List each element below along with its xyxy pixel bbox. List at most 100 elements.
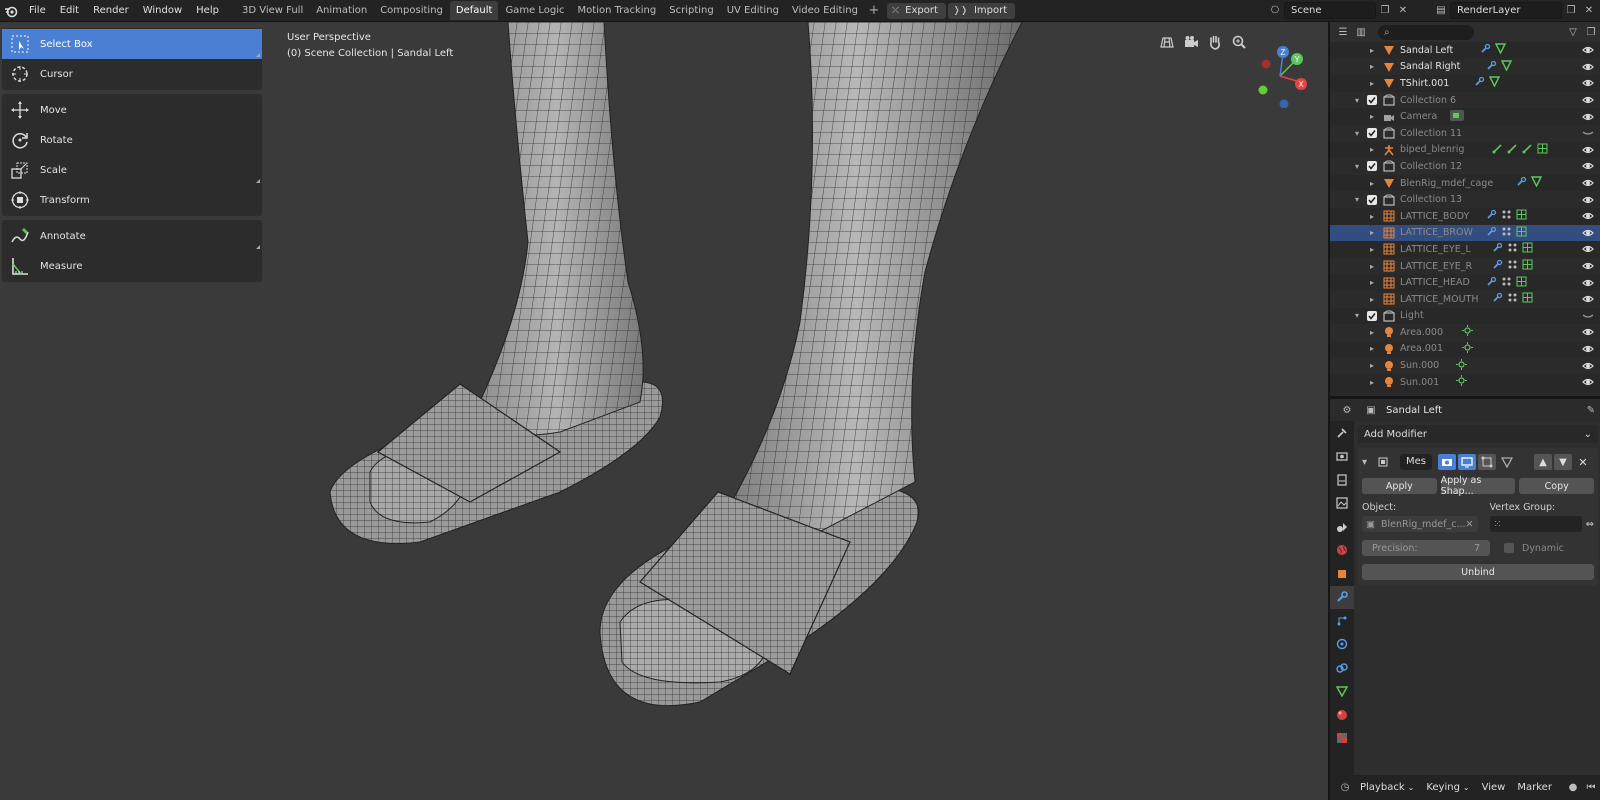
menu-marker[interactable]: Marker xyxy=(1511,782,1558,793)
blender-logo-icon[interactable] xyxy=(0,0,22,22)
new-scene-icon[interactable]: ❐ xyxy=(1376,2,1394,19)
outliner-object-row[interactable]: ▸ Sun.001 xyxy=(1330,374,1600,391)
expand-arrow-icon[interactable]: ▸ xyxy=(1367,112,1377,121)
viewport-toggle-icon[interactable] xyxy=(1458,454,1476,470)
outliner-object-row[interactable]: ▸ LATTICE_MOUTH xyxy=(1330,290,1600,308)
tab-modifiers-icon[interactable] xyxy=(1330,585,1354,609)
outliner-object-row[interactable]: ▸ biped_blenrig xyxy=(1330,142,1600,159)
outliner-object-row[interactable]: ▸ Area.001 xyxy=(1330,341,1600,358)
tri-icon[interactable] xyxy=(1530,176,1543,190)
outliner-object-row[interactable]: ▸ BlenRig_mdef_cage xyxy=(1330,175,1600,192)
collapse-arrow-icon[interactable]: ▾ xyxy=(1352,129,1362,138)
dots-icon[interactable] xyxy=(1501,226,1512,240)
menu-window[interactable]: Window xyxy=(136,0,189,22)
expand-arrow-icon[interactable]: ▸ xyxy=(1367,212,1377,221)
visibility-eye-icon[interactable] xyxy=(1582,127,1594,139)
precision-field[interactable]: Precision: 7 xyxy=(1362,540,1490,556)
invert-arrows-icon[interactable]: ⇔ xyxy=(1586,519,1594,530)
wrench-icon[interactable] xyxy=(1492,259,1503,273)
scene-icon[interactable]: ⎔ xyxy=(1266,2,1284,19)
tab-view-layer-icon[interactable] xyxy=(1330,492,1354,516)
wrench-icon[interactable] xyxy=(1516,176,1527,190)
unbind-button[interactable]: Unbind xyxy=(1362,564,1594,580)
lat-icon[interactable] xyxy=(1516,226,1527,240)
lamp-icon[interactable] xyxy=(1462,341,1473,356)
expand-arrow-icon[interactable]: ▸ xyxy=(1367,179,1377,188)
new-view-layer-icon[interactable]: ❐ xyxy=(1562,2,1580,19)
add-modifier-dropdown[interactable]: Add Modifier ⌄ xyxy=(1358,425,1598,443)
editor-type-icon[interactable]: ☰ xyxy=(1334,24,1352,41)
visibility-eye-icon[interactable] xyxy=(1582,260,1594,272)
menu-help[interactable]: Help xyxy=(189,0,226,22)
outliner-object-row[interactable]: ▸ Area.000 xyxy=(1330,324,1600,341)
menu-playback[interactable]: Playback ⌄ xyxy=(1354,782,1420,793)
visibility-eye-icon[interactable] xyxy=(1582,343,1594,355)
tool-select-box[interactable]: Select Box xyxy=(2,29,262,59)
outliner-collection-row[interactable]: ▾ Collection 11 xyxy=(1330,124,1600,142)
dots-icon[interactable] xyxy=(1507,259,1518,273)
visibility-eye-icon[interactable] xyxy=(1582,160,1594,172)
visibility-eye-icon[interactable] xyxy=(1582,243,1594,255)
visibility-eye-icon[interactable] xyxy=(1582,376,1594,388)
tab-tool-icon[interactable] xyxy=(1330,421,1354,445)
visibility-eye-icon[interactable] xyxy=(1582,326,1594,338)
outliner-object-row[interactable]: ▸ Camera xyxy=(1330,108,1600,125)
edit-mode-toggle-icon[interactable] xyxy=(1478,454,1496,470)
menu-edit[interactable]: Edit xyxy=(53,0,86,22)
tab-uv-editing[interactable]: UV Editing xyxy=(721,1,785,20)
import-button[interactable]: ❭❭ Import xyxy=(947,2,1016,19)
lamp-icon[interactable] xyxy=(1456,358,1467,373)
camera-view-icon[interactable] xyxy=(1179,32,1203,52)
lat-icon[interactable] xyxy=(1522,242,1533,256)
tool-annotate[interactable]: Annotate xyxy=(2,221,262,251)
tab-mesh-data-icon[interactable] xyxy=(1330,680,1354,704)
dots-icon[interactable] xyxy=(1501,209,1512,223)
expand-arrow-icon[interactable]: ▸ xyxy=(1367,145,1377,154)
move-up-icon[interactable]: ▲ xyxy=(1534,454,1552,470)
wrench-icon[interactable] xyxy=(1486,209,1497,223)
menu-render[interactable]: Render xyxy=(86,0,136,22)
menu-keying[interactable]: Keying ⌄ xyxy=(1420,782,1475,793)
outliner-object-row[interactable]: ▸ LATTICE_BODY xyxy=(1330,208,1600,225)
tab-material-icon[interactable] xyxy=(1330,703,1354,727)
visibility-eye-icon[interactable] xyxy=(1582,210,1594,222)
dots-icon[interactable] xyxy=(1507,292,1518,306)
collection-checkbox[interactable] xyxy=(1367,128,1377,139)
tab-animation[interactable]: Animation xyxy=(310,1,373,20)
visibility-eye-icon[interactable] xyxy=(1582,44,1594,56)
apply-as-shape-button[interactable]: Apply as Shap... xyxy=(1440,475,1516,497)
collection-checkbox[interactable] xyxy=(1367,310,1377,321)
add-workspace-icon[interactable]: + xyxy=(865,3,883,18)
record-icon[interactable]: ● xyxy=(1564,779,1582,796)
expand-arrow-icon[interactable]: ▸ xyxy=(1367,295,1377,304)
filter-icon[interactable]: ▽ xyxy=(1564,24,1582,41)
tri-icon[interactable] xyxy=(1494,43,1507,57)
visibility-eye-icon[interactable] xyxy=(1582,94,1594,106)
dots-icon[interactable] xyxy=(1501,276,1512,290)
tab-texture-icon[interactable] xyxy=(1330,727,1354,751)
gizmo-neg-z[interactable] xyxy=(1279,99,1289,109)
collapse-arrow-icon[interactable]: ▾ xyxy=(1362,457,1374,468)
lamp-icon[interactable] xyxy=(1462,325,1473,339)
timeline-editor-icon[interactable]: ◷ xyxy=(1336,779,1354,796)
outliner-collection-row[interactable]: ▾ Collection 12 xyxy=(1330,158,1600,175)
delete-scene-icon[interactable]: ✕ xyxy=(1394,2,1412,19)
expand-arrow-icon[interactable]: ▸ xyxy=(1367,344,1377,353)
tool-cursor[interactable]: Cursor xyxy=(2,59,262,89)
collection-checkbox[interactable] xyxy=(1367,95,1377,106)
gizmo-neg-x[interactable] xyxy=(1261,59,1271,69)
cage-toggle-icon[interactable] xyxy=(1498,454,1516,470)
bone-icon[interactable] xyxy=(1522,143,1533,157)
modifier-name-field[interactable]: Mes xyxy=(1400,454,1432,470)
visibility-eye-icon[interactable] xyxy=(1582,227,1594,239)
outliner-object-row[interactable]: ▸ Sun.000 xyxy=(1330,357,1600,374)
visibility-eye-icon[interactable] xyxy=(1582,194,1594,206)
expand-arrow-icon[interactable]: ▸ xyxy=(1367,62,1377,71)
cam-icon[interactable] xyxy=(1450,109,1464,124)
outliner-object-row[interactable]: ▸ Sandal Right xyxy=(1330,58,1600,76)
editor-type-icon[interactable]: ⚙ xyxy=(1338,402,1356,419)
collapse-arrow-icon[interactable]: ▾ xyxy=(1352,311,1362,320)
expand-arrow-icon[interactable]: ▸ xyxy=(1367,228,1377,237)
collection-checkbox[interactable] xyxy=(1367,194,1377,205)
tab-physics-icon[interactable] xyxy=(1330,633,1354,657)
